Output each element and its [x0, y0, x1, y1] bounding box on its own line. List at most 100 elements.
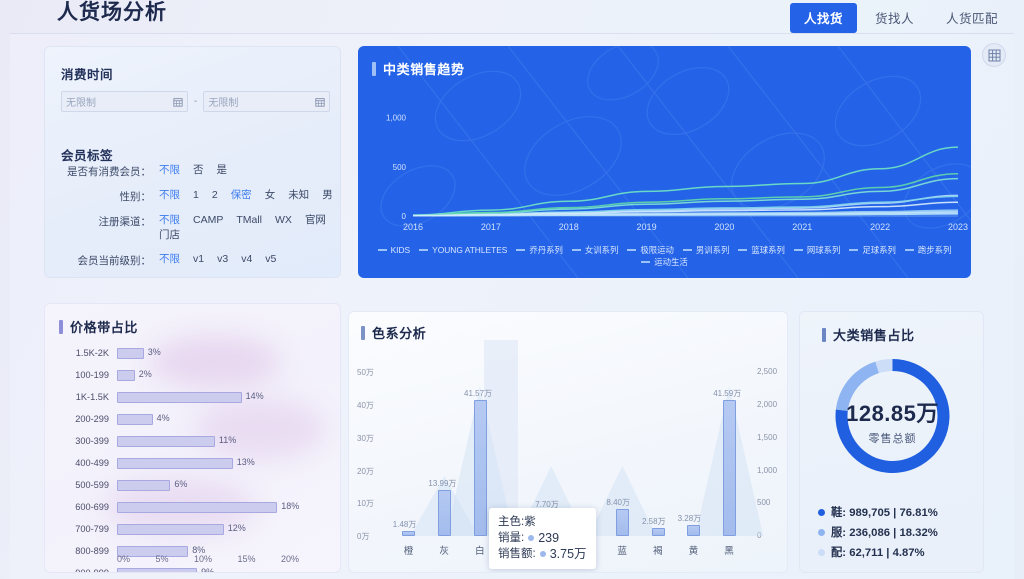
color-bar[interactable]: [687, 525, 701, 536]
filter-option[interactable]: v5: [265, 252, 276, 268]
trend-legend-item[interactable]: 男训系列: [682, 244, 729, 256]
donut-legend-row[interactable]: 服: 236,086 | 18.32%: [818, 522, 938, 542]
trend-legend-item[interactable]: 篮球系列: [738, 244, 785, 256]
filter-option[interactable]: 否: [193, 163, 204, 179]
tab-huo-zhao-ren[interactable]: 货找人: [861, 3, 928, 33]
price-band-value: 3%: [147, 346, 161, 357]
grid-table-toggle-button[interactable]: [982, 43, 1006, 67]
filter-row: 会员当前级别： 不限 v1 v3 v4 v5: [45, 252, 340, 268]
top-tabs: 人找货 货找人 人货匹配: [789, 3, 1012, 33]
filter-option[interactable]: 女: [265, 188, 276, 204]
filter-option[interactable]: v4: [241, 252, 252, 268]
color-bar[interactable]: [473, 399, 487, 536]
filter-option[interactable]: WX: [275, 213, 292, 228]
trend-legend-item[interactable]: 女训系列: [571, 244, 618, 256]
tab-ren-huo-pi-pei[interactable]: 人货匹配: [932, 3, 1012, 33]
price-band-label: 900-999: [75, 568, 109, 573]
color-bar-value-label: 41.57万: [464, 388, 493, 398]
filter-options: 不限 1 2 保密女未知男: [151, 188, 333, 204]
donut-total-value: 128.85万: [846, 401, 939, 426]
legend-dash-icon: [738, 249, 748, 251]
color-bar[interactable]: [722, 399, 736, 536]
price-band-bar: [117, 391, 242, 403]
filter-option[interactable]: 门店: [159, 228, 180, 243]
color-x-tick: 黄: [688, 546, 699, 557]
filter-option[interactable]: 不限: [159, 163, 180, 179]
color-bar-value-label: 13.99万: [428, 479, 457, 489]
legend-dash-icon: [904, 249, 914, 251]
filter-option[interactable]: v1: [193, 252, 204, 268]
price-band-row[interactable]: 700-799 12%: [45, 518, 340, 540]
price-band-row[interactable]: 100-199 2%: [45, 364, 340, 386]
price-band-x-tick: 20%: [280, 554, 299, 564]
filter-option[interactable]: 1: [193, 188, 199, 204]
filter-options: 不限 v1 v3 v4 v5: [151, 252, 333, 268]
price-band-row[interactable]: 1.5K-2K 3%: [45, 342, 340, 364]
trend-legend-item[interactable]: 跑步系列: [904, 244, 952, 256]
filter-option[interactable]: 官网: [305, 213, 326, 228]
color-bar[interactable]: [615, 508, 629, 536]
trend-x-tick: 2020: [714, 222, 734, 232]
trend-legend-item[interactable]: 足球系列: [849, 244, 896, 256]
trend-legend-label: YOUNG ATHLETES: [432, 245, 508, 255]
price-band-row[interactable]: 200-299 4%: [45, 408, 340, 430]
price-band-row[interactable]: 300-399 11%: [45, 430, 340, 452]
filter-option[interactable]: 2: [212, 188, 218, 204]
trend-legend-item[interactable]: 乔丹系列: [516, 244, 563, 256]
donut-chart[interactable]: 128.85万 零售总额: [800, 350, 985, 482]
filter-panel: 消费时间 无限制 - 无限制 会员标签 是否有消费会员： 不限 否 是 性别： …: [44, 46, 341, 278]
trend-line-chart[interactable]: 1,000 500 02016 2017 2018 2019 2020 2021 2022 202…: [358, 78, 971, 248]
filter-option[interactable]: v3: [217, 252, 228, 268]
filter-option[interactable]: CAMP: [193, 213, 223, 228]
price-band-row[interactable]: 600-699 18%: [45, 496, 340, 518]
price-band-bar: [117, 457, 233, 469]
color-bar-value-label: 3.28万: [677, 514, 702, 524]
trend-legend-label: 极限运动: [640, 245, 674, 255]
trend-legend-item[interactable]: YOUNG ATHLETES: [419, 245, 507, 255]
color-bar-value-label: 2.58万: [642, 516, 666, 526]
trend-legend-item[interactable]: 极限运动: [627, 244, 674, 256]
date-end-input[interactable]: 无限制: [203, 91, 331, 112]
filter-option[interactable]: 男: [322, 188, 333, 204]
filter-options: 不限 CAMP TMall WX 官网门店: [151, 213, 333, 243]
filter-option[interactable]: 不限: [159, 252, 180, 268]
price-band-row[interactable]: 400-499 13%: [45, 452, 340, 474]
color-bar[interactable]: [437, 490, 451, 536]
filter-option[interactable]: 不限: [159, 188, 180, 204]
donut-center-label: 128.85万 零售总额: [800, 396, 985, 446]
tab-ren-zhao-huo[interactable]: 人找货: [789, 3, 857, 33]
filter-option[interactable]: 未知: [288, 188, 309, 204]
donut-legend-row[interactable]: 鞋: 989,705 | 76.81%: [818, 502, 938, 522]
filter-row: 性别： 不限 1 2 保密女未知男: [45, 188, 340, 204]
price-band-label: 800-899: [75, 546, 109, 556]
price-band-row[interactable]: 500-599 6%: [45, 474, 340, 496]
filter-option[interactable]: TMall: [236, 213, 262, 228]
filter-option[interactable]: 保密: [231, 188, 252, 204]
price-band-label: 500-599: [75, 480, 109, 490]
donut-card-title: 大类销售占比: [822, 325, 915, 344]
trend-series-line: [412, 146, 959, 216]
title-marker-icon: [59, 319, 63, 334]
page-title: 人货场分析: [57, 1, 167, 24]
trend-legend-item[interactable]: 网球系列: [793, 244, 840, 256]
filter-option[interactable]: 是: [217, 163, 228, 179]
donut-legend-row[interactable]: 配: 62,711 | 4.87%: [818, 542, 938, 562]
color-bar[interactable]: [402, 531, 416, 536]
color-x-tick: 褐: [653, 546, 663, 557]
trend-legend-item[interactable]: 运动生活: [641, 256, 688, 268]
price-band-label: 400-499: [75, 458, 109, 468]
date-start-input[interactable]: 无限制: [61, 91, 188, 112]
trend-legend-label: 跑步系列: [917, 245, 952, 255]
price-band-row[interactable]: 1K-1.5K 14%: [45, 386, 340, 408]
price-band-bar: [117, 413, 153, 425]
price-band-label: 300-399: [75, 436, 109, 446]
tooltip-row-label: 销售额:: [498, 548, 536, 560]
tooltip-row-value: 3.75万: [549, 547, 587, 561]
color-bar[interactable]: [651, 527, 665, 536]
trend-legend-label: KIDS: [390, 245, 411, 255]
price-band-track: 2%: [117, 369, 295, 381]
color-bar-chart[interactable]: 50万 40万 30万 20万 10万 0万 2,500 2,000 1,500 1,000 500…: [349, 340, 787, 572]
color-bar-value-label: 41.59万: [713, 388, 742, 398]
filter-option[interactable]: 不限: [159, 213, 180, 228]
trend-legend-item[interactable]: KIDS: [377, 245, 411, 255]
